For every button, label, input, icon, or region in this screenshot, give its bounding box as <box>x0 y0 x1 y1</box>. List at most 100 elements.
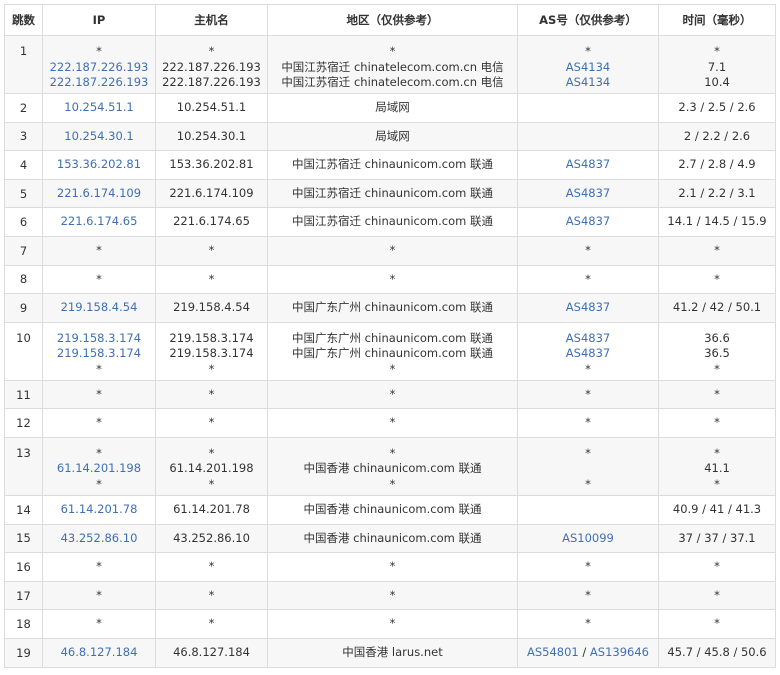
time-cell: * 7.1 10.4 <box>658 35 776 94</box>
ip-link[interactable]: 43.252.86.10 <box>43 531 155 547</box>
region-cell: * <box>267 609 518 639</box>
time-cell: 36.6 36.5 * <box>658 321 776 381</box>
ip-cell: * <box>42 580 156 611</box>
as-cell: * <box>517 264 659 295</box>
time-text: 2.1 / 2.2 / 3.1 <box>678 185 756 200</box>
hop-number: 10 <box>4 321 43 381</box>
as-link[interactable]: AS4134 <box>518 75 658 91</box>
time-cell: 40.9 / 41 / 41.3 <box>658 494 776 525</box>
region-cell: * <box>267 580 518 611</box>
timeout-star: * <box>585 616 591 631</box>
time-text: 40.9 / 41 / 41.3 <box>672 501 762 516</box>
as-link[interactable]: AS54801 <box>527 645 579 659</box>
ip-link[interactable]: 222.187.226.193 <box>43 60 155 76</box>
time-text: 41.1 <box>704 461 730 476</box>
host-text: 43.252.86.10 <box>173 530 250 545</box>
as-link[interactable]: AS139646 <box>590 645 649 659</box>
region-text: 中国江苏宿迁 chinaunicom.com 联通 <box>291 214 493 229</box>
region-cell: 中国江苏宿迁 chinaunicom.com 联通 <box>267 178 518 209</box>
timeout-star: * <box>714 616 720 631</box>
host-cell: 10.254.51.1 <box>155 93 268 123</box>
region-cell: * <box>267 264 518 295</box>
ip-link[interactable]: 219.158.3.174 <box>43 331 155 347</box>
region-text: 中国广东广州 chinaunicom.com 联通 <box>291 300 493 315</box>
ip-link[interactable]: 61.14.201.78 <box>43 502 155 518</box>
as-link[interactable]: AS10099 <box>518 531 658 547</box>
ip-link[interactable]: 10.254.30.1 <box>43 129 155 145</box>
region-text: 中国江苏宿迁 chinaunicom.com 联通 <box>291 157 493 172</box>
timeout-star: * <box>208 415 215 430</box>
timeout-star: * <box>714 386 720 401</box>
as-cell: * <box>517 408 659 438</box>
header-time: 时间（毫秒） <box>658 4 776 36</box>
host-cell: 219.158.4.54 <box>155 293 268 323</box>
timeout-star: * <box>96 361 102 376</box>
timeout-star: * <box>96 445 102 460</box>
as-link[interactable]: AS4837 <box>518 186 658 202</box>
timeout-star: * <box>714 361 720 376</box>
as-link[interactable]: AS4837 <box>518 157 658 173</box>
ip-link[interactable]: 219.158.4.54 <box>43 300 155 316</box>
hop-number: 3 <box>4 121 43 152</box>
host-cell: * <box>155 235 268 266</box>
table-row: 18 * * * * * <box>4 609 776 639</box>
ip-link[interactable]: 219.158.3.174 <box>43 346 155 362</box>
hop-number: 6 <box>4 207 43 237</box>
table-row: 10 219.158.3.174 219.158.3.174 * 219.158.3.1… <box>4 321 776 381</box>
timeout-star: * <box>714 243 720 258</box>
timeout-star: * <box>714 587 720 602</box>
ip-link[interactable]: 46.8.127.184 <box>43 645 155 661</box>
timeout-star: * <box>96 559 102 574</box>
hop-number: 5 <box>4 178 43 209</box>
region-cell: 局域网 <box>267 121 518 152</box>
time-text: 41.2 / 42 / 50.1 <box>672 300 762 315</box>
table-row: 4 153.36.202.81 153.36.202.81 中国江苏宿迁 chinau… <box>4 150 776 180</box>
time-text: 2 / 2.2 / 2.6 <box>683 128 751 143</box>
as-cell: * AS4134 AS4134 <box>517 35 659 94</box>
ip-cell: 10.254.30.1 <box>42 121 156 152</box>
hop-number: 18 <box>4 609 43 639</box>
as-link[interactable]: AS4134 <box>518 60 658 76</box>
ip-link[interactable]: 221.6.174.109 <box>43 186 155 202</box>
ip-link[interactable]: 222.187.226.193 <box>43 75 155 91</box>
hop-number: 17 <box>4 580 43 611</box>
ip-link[interactable]: 221.6.174.65 <box>43 214 155 230</box>
as-link[interactable]: AS4837 <box>518 346 658 362</box>
timeout-star: * <box>585 271 591 286</box>
as-link[interactable]: AS4837 <box>518 300 658 316</box>
ip-cell: 46.8.127.184 <box>42 637 156 668</box>
region-cell: * <box>267 379 518 410</box>
region-text: 中国江苏宿迁 chinatelecom.com.cn 电信 <box>281 59 504 74</box>
ip-link[interactable]: 10.254.51.1 <box>43 100 155 116</box>
time-cell: * <box>658 264 776 295</box>
header-hop: 跳数 <box>4 4 43 36</box>
region-text: 局域网 <box>375 128 410 143</box>
host-text: 219.158.3.174 <box>169 330 254 345</box>
host-text: 61.14.201.198 <box>169 461 254 476</box>
host-cell: 221.6.174.109 <box>155 178 268 209</box>
as-cell <box>517 121 659 152</box>
ip-link[interactable]: 153.36.202.81 <box>43 157 155 173</box>
as-text <box>518 502 658 518</box>
host-cell: 153.36.202.81 <box>155 150 268 180</box>
as-link[interactable]: AS4837 <box>518 214 658 230</box>
as-cell: * * <box>517 436 659 496</box>
timeout-star: * <box>208 271 215 286</box>
timeout-star: * <box>208 386 215 401</box>
time-text: 37 / 37 / 37.1 <box>678 530 756 545</box>
ip-cell: 61.14.201.78 <box>42 494 156 525</box>
region-cell: * <box>267 552 518 582</box>
table-row: 5 221.6.174.109 221.6.174.109 中国江苏宿迁 chinau… <box>4 178 776 209</box>
as-link[interactable]: AS4837 <box>518 331 658 347</box>
region-cell: 中国香港 larus.net <box>267 637 518 668</box>
table-row: 17 * * * * * <box>4 580 776 611</box>
as-separator: / <box>578 644 590 659</box>
header-ip: IP <box>42 4 156 36</box>
time-text: 14.1 / 14.5 / 15.9 <box>667 214 767 229</box>
time-cell: * <box>658 580 776 611</box>
timeout-star: * <box>714 445 720 460</box>
as-cell: * <box>517 235 659 266</box>
ip-link[interactable]: 61.14.201.198 <box>43 461 155 477</box>
as-text <box>518 100 658 116</box>
host-text: 10.254.51.1 <box>176 100 247 115</box>
